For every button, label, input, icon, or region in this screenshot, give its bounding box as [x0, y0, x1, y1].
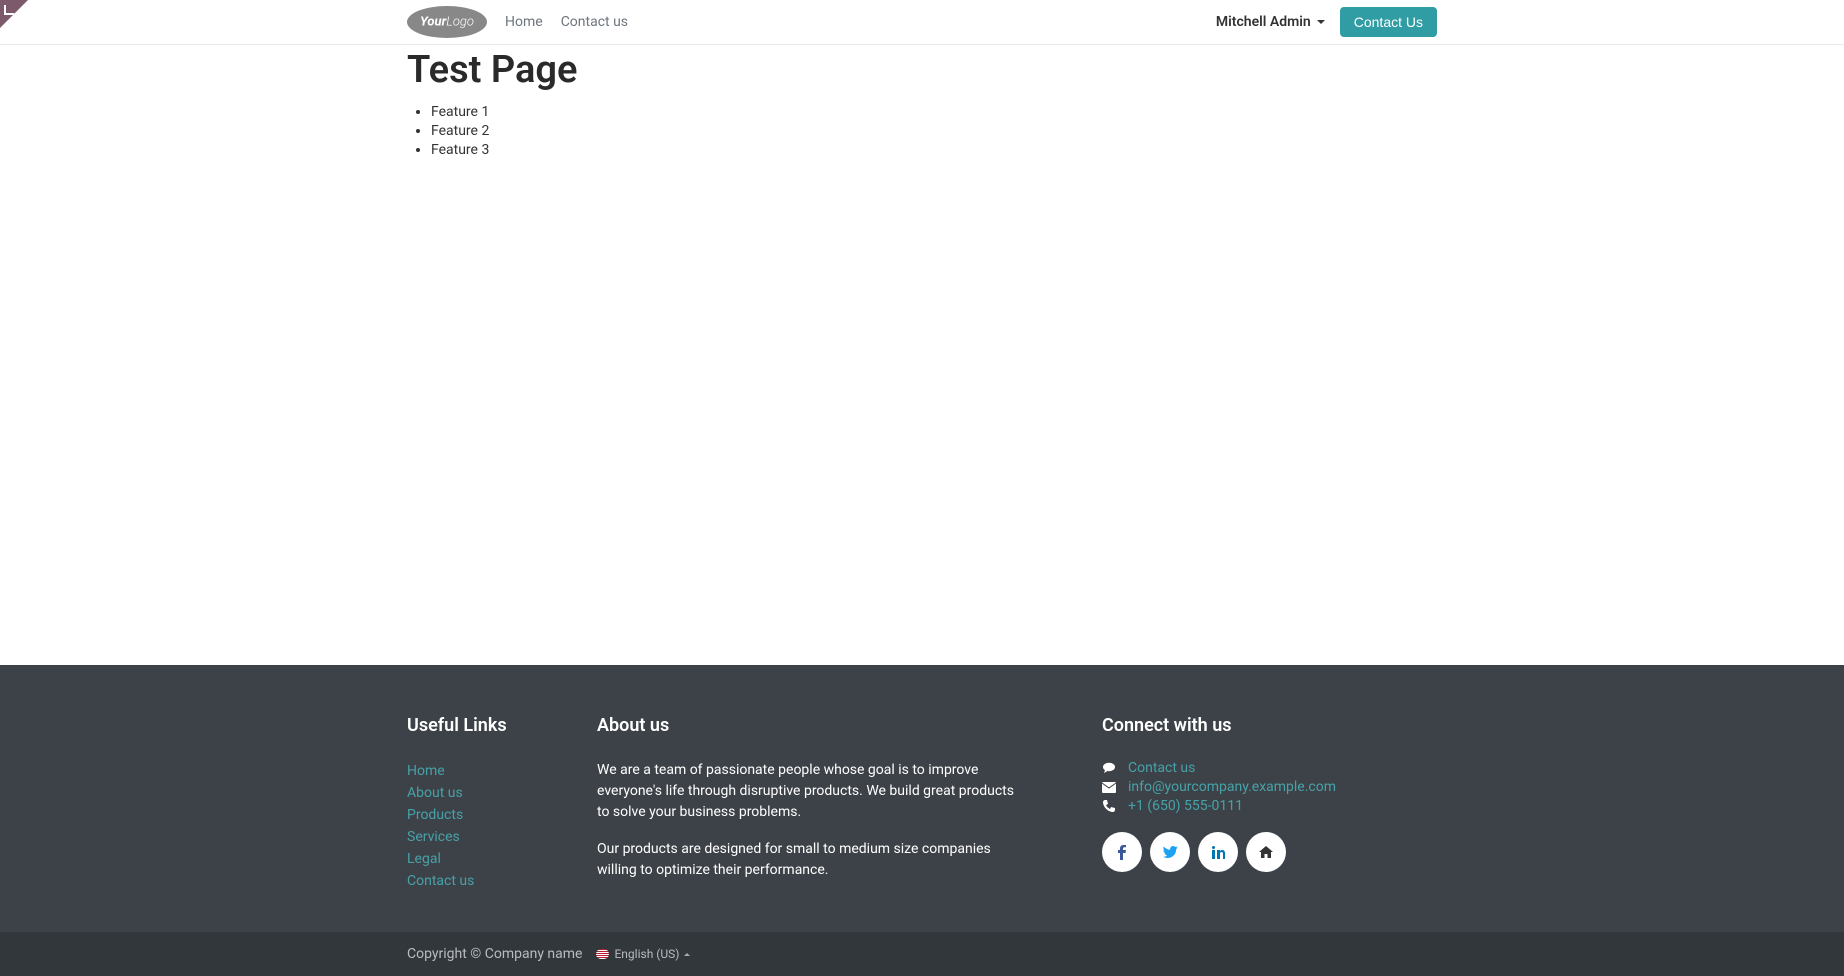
main-nav: Home Contact us — [505, 14, 628, 30]
list-item: Feature 2 — [431, 123, 1437, 139]
site-header: YourLogo Home Contact us Mitchell Admin … — [0, 0, 1844, 45]
language-selector[interactable]: English (US) — [596, 947, 690, 961]
connect-contact-link[interactable]: Contact us — [1128, 760, 1195, 776]
footer-heading-about: About us — [597, 715, 1027, 736]
footer-about-p1: We are a team of passionate people whose… — [597, 760, 1027, 823]
main-content: Test Page Feature 1 Feature 2 Feature 3 — [0, 45, 1844, 665]
footer-link-about[interactable]: About us — [407, 785, 463, 801]
logo-text: YourLogo — [420, 15, 474, 30]
chevron-down-icon — [1317, 20, 1325, 24]
phone-icon — [1102, 800, 1116, 812]
social-twitter-link[interactable] — [1150, 832, 1190, 872]
footer-about: About us We are a team of passionate peo… — [597, 715, 1027, 892]
social-icons-row — [1102, 832, 1437, 872]
language-label: English (US) — [614, 947, 679, 961]
footer-heading-useful-links: Useful Links — [407, 715, 567, 736]
page-title: Test Page — [407, 48, 1437, 92]
facebook-icon — [1118, 845, 1126, 860]
footer-link-products[interactable]: Products — [407, 807, 463, 823]
home-icon — [1259, 846, 1273, 858]
user-name-label: Mitchell Admin — [1216, 14, 1311, 30]
envelope-icon — [1102, 782, 1116, 793]
copyright-text: Copyright © Company name — [407, 946, 582, 962]
list-item: Feature 1 — [431, 104, 1437, 120]
linkedin-icon — [1212, 846, 1225, 859]
connect-email-link[interactable]: info@yourcompany.example.com — [1128, 779, 1336, 795]
nav-link-contact[interactable]: Contact us — [561, 14, 628, 30]
feature-list: Feature 1 Feature 2 Feature 3 — [407, 104, 1437, 158]
user-menu-dropdown[interactable]: Mitchell Admin — [1216, 14, 1325, 30]
footer-link-home[interactable]: Home — [407, 763, 445, 779]
footer-link-contact[interactable]: Contact us — [407, 873, 474, 889]
footer-about-p2: Our products are designed for small to m… — [597, 839, 1027, 881]
copyright-bar: Copyright © Company name English (US) — [0, 932, 1844, 976]
footer-link-services[interactable]: Services — [407, 829, 460, 845]
site-footer: Useful Links Home About us Products Serv… — [0, 665, 1844, 976]
social-home-link[interactable] — [1246, 832, 1286, 872]
footer-heading-connect: Connect with us — [1102, 715, 1437, 736]
footer-useful-links: Useful Links Home About us Products Serv… — [407, 715, 567, 892]
footer-connect: Connect with us Contact us info@yourcomp… — [1102, 715, 1437, 892]
logo-shape: YourLogo — [407, 6, 487, 38]
footer-link-legal[interactable]: Legal — [407, 851, 441, 867]
contact-us-button[interactable]: Contact Us — [1340, 7, 1437, 37]
connect-phone-link[interactable]: +1 (650) 555-0111 — [1128, 798, 1243, 814]
chevron-up-icon — [684, 953, 690, 956]
social-linkedin-link[interactable] — [1198, 832, 1238, 872]
nav-link-home[interactable]: Home — [505, 14, 543, 30]
chat-icon — [1102, 762, 1116, 774]
logo-link[interactable]: YourLogo — [407, 6, 487, 38]
twitter-icon — [1163, 846, 1178, 858]
flag-icon — [596, 949, 609, 959]
list-item: Feature 3 — [431, 142, 1437, 158]
editor-corner-handle[interactable] — [0, 0, 28, 28]
social-facebook-link[interactable] — [1102, 832, 1142, 872]
